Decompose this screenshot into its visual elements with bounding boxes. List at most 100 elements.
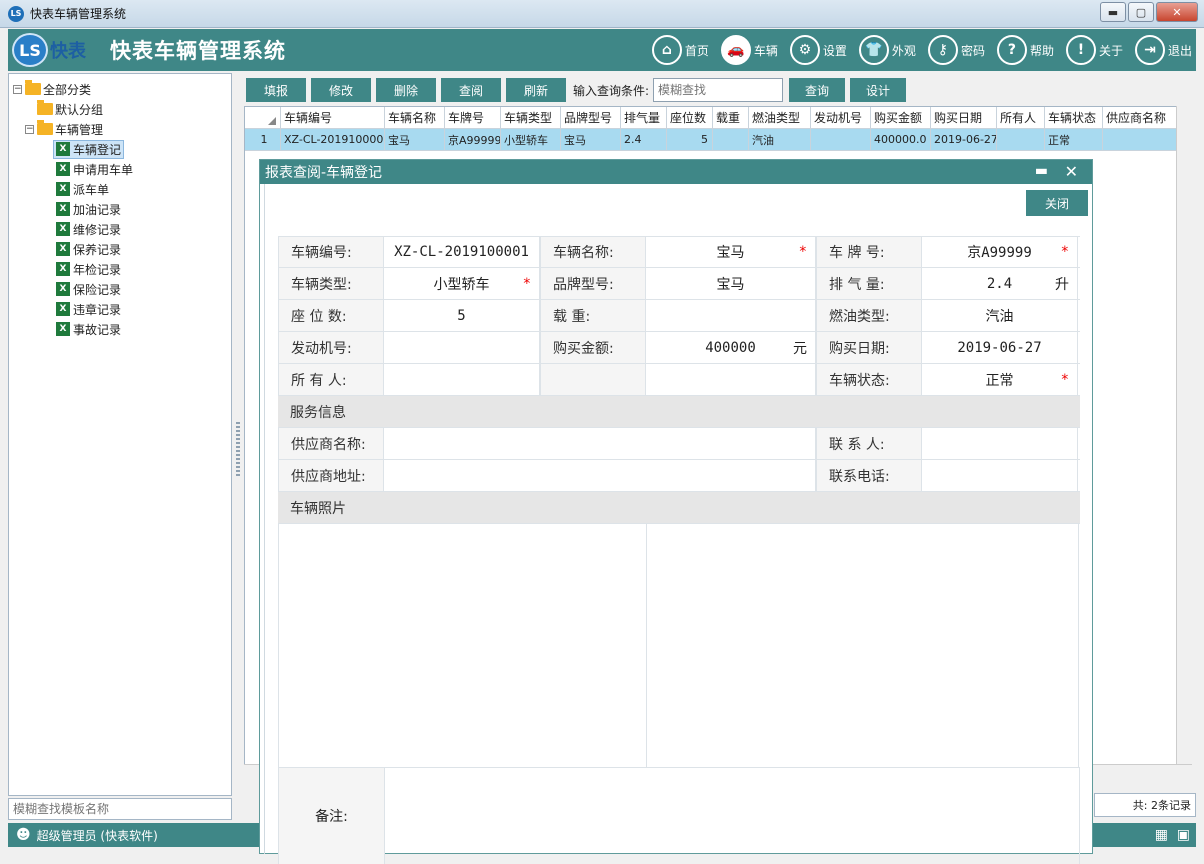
col-header[interactable]: 品牌型号 bbox=[561, 107, 621, 129]
query-input[interactable] bbox=[653, 78, 784, 102]
col-header[interactable]: 车牌号 bbox=[445, 107, 501, 129]
unit-label: 元 bbox=[793, 340, 807, 357]
tree-root[interactable]: − 全部分类 bbox=[13, 79, 231, 99]
refresh-button[interactable]: 刷新 bbox=[506, 78, 566, 102]
grid-vertical-scrollbar[interactable] bbox=[1176, 106, 1192, 780]
supplier-address-value bbox=[384, 460, 816, 491]
tree-item[interactable]: X 违章记录 bbox=[13, 299, 231, 319]
vehicle-name-value: 宝马 * bbox=[646, 237, 816, 267]
design-button[interactable]: 设计 bbox=[850, 78, 907, 102]
excel-icon: X bbox=[56, 222, 70, 236]
excel-icon: X bbox=[56, 182, 70, 196]
maximize-button[interactable]: ▢ bbox=[1128, 2, 1154, 22]
grid-view-icon[interactable]: ▦ bbox=[1155, 827, 1168, 843]
tree-item[interactable]: X 申请用车单 bbox=[13, 159, 231, 179]
tree-item[interactable]: X 保险记录 bbox=[13, 279, 231, 299]
nav-vehicle[interactable]: 🚗 车辆 bbox=[720, 35, 778, 65]
phone-value bbox=[922, 460, 1078, 491]
logo-icon: LS bbox=[12, 33, 48, 67]
field-label: 车 牌 号: bbox=[816, 237, 922, 267]
col-header[interactable]: 座位数 bbox=[667, 107, 713, 129]
table-row[interactable]: 1 XZ-CL-2019100001 宝马 京A99999 小型轿车 宝马 2.… bbox=[245, 129, 1191, 151]
tree-item[interactable]: X 年检记录 bbox=[13, 259, 231, 279]
top-nav: ⌂ 首页 🚗 车辆 ⚙ 设置 👕 外观 ⚷ 密码 ? 帮助 ! 关于 ⇥ 退出 bbox=[640, 32, 1192, 68]
field-label: 车辆类型: bbox=[278, 268, 384, 299]
field-label: 发动机号: bbox=[278, 332, 384, 363]
template-search-input[interactable] bbox=[8, 798, 232, 820]
field-label: 联 系 人: bbox=[816, 428, 922, 459]
col-header[interactable]: 燃油类型 bbox=[749, 107, 811, 129]
edit-button[interactable]: 修改 bbox=[311, 78, 371, 102]
nav-settings[interactable]: ⚙ 设置 bbox=[789, 35, 847, 65]
grid-corner[interactable] bbox=[245, 107, 281, 129]
view-button[interactable]: 查阅 bbox=[441, 78, 501, 102]
window-icon[interactable]: ▣ bbox=[1177, 827, 1190, 843]
col-header[interactable]: 载重 bbox=[713, 107, 749, 129]
delete-button[interactable]: 删除 bbox=[376, 78, 436, 102]
col-header[interactable]: 排气量 bbox=[621, 107, 667, 129]
col-header[interactable]: 车辆类型 bbox=[501, 107, 561, 129]
form-row: 供应商名称: 联 系 人: bbox=[278, 428, 1080, 460]
query-button[interactable]: 查询 bbox=[789, 78, 846, 102]
seats-value: 5 bbox=[384, 300, 540, 331]
nav-password[interactable]: ⚷ 密码 bbox=[927, 35, 985, 65]
remark-row: 备注: bbox=[278, 768, 1080, 864]
tree-item[interactable]: X 派车单 bbox=[13, 179, 231, 199]
unit-label: 升 bbox=[1055, 276, 1069, 293]
nav-about[interactable]: ! 关于 bbox=[1065, 35, 1123, 65]
panel-splitter[interactable] bbox=[236, 422, 240, 476]
col-header[interactable]: 发动机号 bbox=[811, 107, 871, 129]
fill-button[interactable]: 填报 bbox=[246, 78, 306, 102]
excel-icon: X bbox=[56, 302, 70, 316]
nav-help[interactable]: ? 帮助 bbox=[996, 35, 1054, 65]
grid-header: 车辆编号 车辆名称 车牌号 车辆类型 品牌型号 排气量 座位数 载重 燃油类型 … bbox=[245, 107, 1191, 129]
home-icon: ⌂ bbox=[651, 35, 682, 65]
collapse-icon[interactable]: − bbox=[25, 124, 34, 134]
col-header[interactable]: 购买日期 bbox=[931, 107, 997, 129]
col-header[interactable]: 购买金额 bbox=[871, 107, 931, 129]
form-row: 所 有 人: 车辆状态: 正常 * bbox=[278, 364, 1080, 396]
dialog-titlebar: 报表查阅-车辆登记 ▬ ✕ bbox=[260, 160, 1092, 184]
collapse-icon[interactable]: − bbox=[13, 84, 22, 94]
fuel-value: 汽油 bbox=[922, 300, 1078, 331]
contact-value bbox=[922, 428, 1078, 459]
vehicle-photo-area bbox=[278, 524, 1080, 768]
query-label: 输入查询条件: bbox=[573, 83, 650, 98]
col-header[interactable]: 所有人 bbox=[997, 107, 1045, 129]
tree-item[interactable]: X 车辆登记 bbox=[13, 139, 231, 159]
app-icon: LS bbox=[8, 5, 24, 22]
tree-item[interactable]: X 事故记录 bbox=[13, 319, 231, 339]
tree-item[interactable]: X 维修记录 bbox=[13, 219, 231, 239]
col-header[interactable]: 车辆编号 bbox=[281, 107, 385, 129]
dialog-close-icon[interactable]: ✕ bbox=[1065, 162, 1078, 181]
info-icon: ! bbox=[1065, 35, 1096, 65]
tree-default-group[interactable]: 默认分组 bbox=[13, 99, 231, 119]
minimize-button[interactable]: ▬ bbox=[1100, 2, 1126, 22]
field-label: 排 气 量: bbox=[816, 268, 922, 299]
col-header[interactable]: 车辆名称 bbox=[385, 107, 445, 129]
tree-item[interactable]: X 保养记录 bbox=[13, 239, 231, 259]
gear-icon: ⚙ bbox=[789, 35, 820, 65]
logo-text: 快表 bbox=[50, 41, 86, 62]
tree-item[interactable]: X 加油记录 bbox=[13, 199, 231, 219]
remark-label: 备注: bbox=[279, 768, 385, 864]
col-header[interactable]: 车辆状态 bbox=[1045, 107, 1103, 129]
tree-vehicle-mgmt[interactable]: − 车辆管理 bbox=[13, 119, 231, 139]
form-row: 供应商地址: 联系电话: bbox=[278, 460, 1080, 492]
col-header[interactable]: 供应商名称 bbox=[1103, 107, 1177, 129]
nav-home[interactable]: ⌂ 首页 bbox=[651, 35, 709, 65]
folder-icon bbox=[37, 120, 53, 135]
engine-value bbox=[384, 332, 540, 363]
dialog-divider bbox=[264, 184, 265, 854]
category-tree: − 全部分类 默认分组 − 车辆管理 X 车辆登记 X 申请用车单 X 派车单 X 加油记录… bbox=[9, 74, 231, 339]
photo-cell bbox=[647, 524, 1079, 767]
dialog-close-button[interactable]: 关闭 bbox=[1026, 190, 1088, 216]
nav-appearance[interactable]: 👕 外观 bbox=[858, 35, 916, 65]
field-label: 座 位 数: bbox=[278, 300, 384, 331]
dialog-title: 报表查阅-车辆登记 bbox=[265, 165, 383, 181]
nav-exit[interactable]: ⇥ 退出 bbox=[1134, 35, 1192, 65]
form-row: 发动机号: 购买金额: 400000 元 购买日期: 2019-06-27 bbox=[278, 332, 1080, 364]
close-button[interactable]: ✕ bbox=[1156, 2, 1198, 22]
car-icon: 🚗 bbox=[720, 35, 751, 65]
dialog-minimize-icon[interactable]: ▬ bbox=[1035, 163, 1048, 179]
